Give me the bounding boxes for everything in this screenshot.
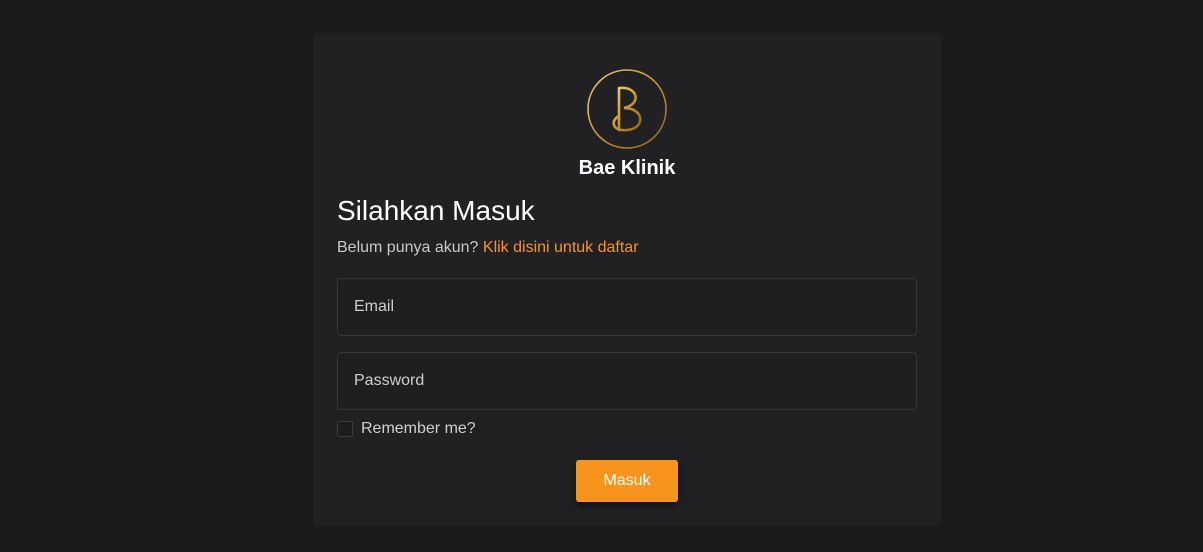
remember-me-checkbox[interactable] <box>337 421 353 437</box>
register-prompt: Belum punya akun? Klik disini untuk daft… <box>337 239 639 257</box>
password-field[interactable] <box>337 352 917 410</box>
brand-name: Bae Klinik <box>578 157 676 179</box>
login-card: Bae Klinik Silahkan Masuk Belum punya ak… <box>313 33 941 526</box>
remember-me-row: Remember me? <box>337 420 476 438</box>
login-button[interactable]: Masuk <box>576 460 678 502</box>
remember-me-label[interactable]: Remember me? <box>361 420 476 438</box>
page-title: Silahkan Masuk <box>337 195 535 226</box>
logo-emblem-icon <box>587 69 667 149</box>
register-link[interactable]: Klik disini untuk daftar <box>483 239 639 256</box>
email-field[interactable] <box>337 278 917 336</box>
clinic-logo <box>586 68 668 150</box>
register-prompt-text: Belum punya akun? <box>337 239 479 256</box>
